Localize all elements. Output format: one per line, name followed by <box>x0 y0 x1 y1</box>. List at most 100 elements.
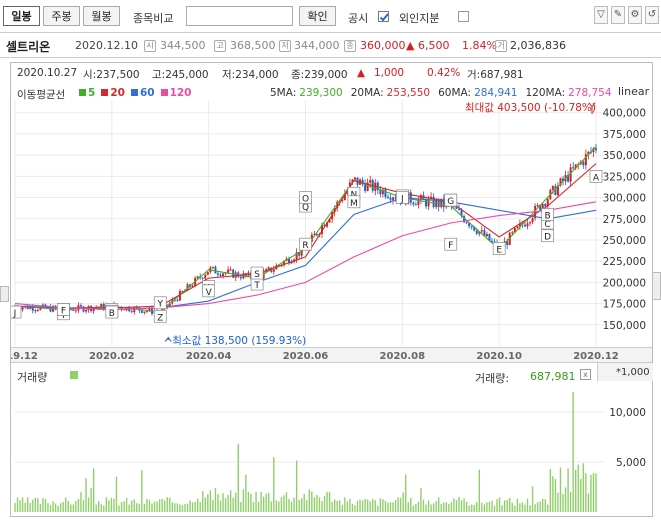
volume-bar <box>412 505 415 512</box>
volume-bar <box>369 501 371 512</box>
hover-volume: 거:687,981 <box>467 69 524 81</box>
volume-bar <box>476 501 478 512</box>
pattern-label-S[interactable]: S <box>250 266 264 280</box>
volume-bar <box>397 497 399 512</box>
disclosure-checkbox[interactable] <box>378 11 389 22</box>
foreign-label: 외인지분 <box>399 12 440 25</box>
close-volume-icon[interactable]: x <box>580 369 591 380</box>
volume-bar <box>542 498 544 512</box>
foreign-checkbox[interactable] <box>458 11 469 22</box>
ma-key-60[interactable]: 60 <box>140 87 155 99</box>
pattern-label-B[interactable]: B <box>541 208 554 222</box>
pattern-label-E[interactable]: E <box>492 242 506 255</box>
price-chart[interactable]: 150,000 175,000 200,000 225,000 250,000 275,0… <box>11 100 652 362</box>
confirm-button[interactable]: 확인 <box>299 6 336 26</box>
volume-bar <box>430 504 432 512</box>
monthly-tab[interactable]: 월봉 <box>83 6 120 26</box>
info-date: 2020.12.10 <box>75 39 138 52</box>
x-tick-label: 2019.12 <box>11 351 38 362</box>
volume-bar <box>587 493 590 512</box>
volume-bar <box>387 502 389 512</box>
volume-bar <box>158 499 161 512</box>
volume-bar <box>333 499 336 512</box>
max-annotation: 최대값 403,500 (-10.78%) <box>465 102 596 114</box>
pattern-label-J[interactable]: J <box>395 191 409 205</box>
volume-bar <box>417 501 420 512</box>
weekly-tab[interactable]: 주봉 <box>43 6 80 26</box>
pattern-label-F[interactable]: F <box>444 237 458 251</box>
volume-bar <box>24 502 26 512</box>
volume-bar <box>232 497 234 512</box>
pattern-label-Y[interactable]: Y <box>153 296 167 310</box>
volume-bar <box>14 503 16 512</box>
pattern-label-Z[interactable]: Z <box>153 309 167 323</box>
pattern-label-F[interactable]: F <box>57 303 70 317</box>
ma-key-120[interactable]: 120 <box>170 87 192 99</box>
volume-bar <box>432 503 435 512</box>
volume-bar <box>526 498 529 512</box>
volume-bar <box>275 500 278 512</box>
settings-icon[interactable]: ⚙ <box>628 6 642 24</box>
ma-legend-keys: 5 20 60 120 <box>79 87 191 99</box>
volume-bar <box>577 464 579 512</box>
volume-bar <box>70 504 72 512</box>
pattern-label-G[interactable]: G <box>444 193 458 207</box>
pattern-label-text: F <box>61 307 66 317</box>
ma-value: 284,941 <box>474 87 518 99</box>
compare-input[interactable] <box>186 6 293 26</box>
candle-body <box>176 299 179 301</box>
min-annotation: 최소값 138,500 (159.93%) <box>172 335 306 347</box>
indicator-icon[interactable]: ▽ <box>594 6 608 24</box>
volume-bar <box>448 504 450 512</box>
draw-icon[interactable]: ✎ <box>611 6 625 24</box>
candle-body <box>130 311 133 313</box>
volume-bar <box>156 501 158 512</box>
pattern-label-V[interactable]: V <box>202 284 216 298</box>
volume-bar <box>67 500 69 512</box>
volume-bar <box>503 500 506 512</box>
candle-body <box>457 208 460 210</box>
volume-bar <box>354 505 356 512</box>
close-icon: 종 <box>344 40 356 52</box>
volume-bar <box>567 468 569 512</box>
volume-bar <box>501 505 503 512</box>
pattern-label-B[interactable]: B <box>105 305 119 319</box>
pattern-label-text: S <box>254 270 260 280</box>
candle-body <box>206 271 209 275</box>
pattern-label-O[interactable]: O <box>299 191 312 205</box>
pattern-label-text: Z <box>157 313 163 323</box>
volume-bar <box>389 502 392 512</box>
pattern-label-J[interactable]: J <box>11 305 22 319</box>
volume-bar <box>171 502 174 512</box>
volume-bar <box>169 497 171 512</box>
pattern-label-text: V <box>206 288 213 298</box>
ma-key-20[interactable]: 20 <box>110 87 125 99</box>
volume-bar <box>341 504 343 512</box>
pattern-label-M[interactable]: M <box>347 195 361 209</box>
ma-value-label: 20MA: <box>350 87 384 99</box>
x-tick-label: 2020.04 <box>186 351 232 362</box>
volume-bar <box>39 503 42 512</box>
volume-bar <box>113 498 115 512</box>
pattern-label-A[interactable]: A <box>589 169 603 183</box>
x-tick-label: 2020.08 <box>380 351 426 362</box>
daily-tab[interactable]: 일봉 <box>3 6 40 26</box>
candle-body <box>229 269 232 271</box>
reset-icon[interactable]: ↺ <box>645 6 659 24</box>
volume-chart[interactable]: 5,000 10,000 <box>11 382 652 516</box>
volume-bar <box>425 504 427 512</box>
check-icon <box>379 13 389 22</box>
scale-label[interactable]: linear <box>618 85 649 98</box>
ma-key-5[interactable]: 5 <box>88 87 95 99</box>
candle-body <box>551 185 554 190</box>
volume-bar <box>138 503 141 512</box>
panel-resize-handle[interactable] <box>652 272 661 300</box>
candle-body <box>143 311 146 313</box>
volume-bar <box>483 504 486 512</box>
pattern-label-R[interactable]: R <box>299 237 312 251</box>
volume-bar <box>422 499 425 512</box>
volume-bar <box>427 500 430 512</box>
left-scroll-handle[interactable] <box>0 286 9 302</box>
volume-icon: 거 <box>495 40 507 52</box>
pattern-label-D[interactable]: D <box>541 229 554 243</box>
